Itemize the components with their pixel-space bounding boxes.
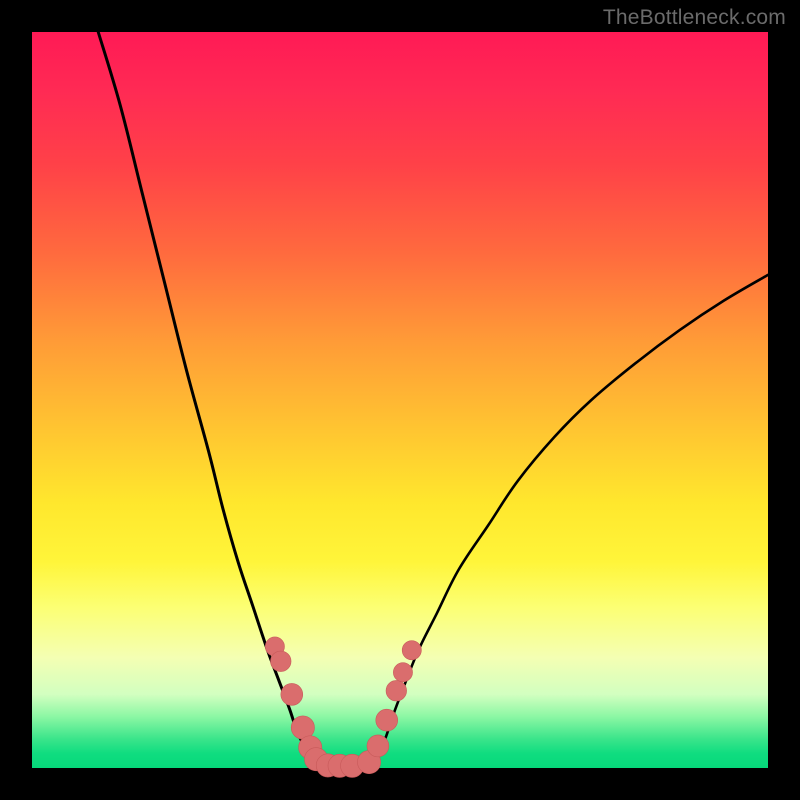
valley-marker bbox=[376, 709, 398, 731]
valley-marker bbox=[393, 663, 412, 682]
valley-marker bbox=[402, 641, 421, 660]
chart-svg bbox=[32, 32, 768, 768]
curve-right bbox=[356, 275, 768, 766]
valley-marker bbox=[271, 651, 292, 672]
valley-marker bbox=[386, 680, 407, 701]
chart-frame: TheBottleneck.com bbox=[0, 0, 800, 800]
valley-marker bbox=[281, 683, 303, 705]
left-curve bbox=[98, 32, 356, 766]
valley-marker bbox=[367, 735, 389, 757]
curve-left bbox=[98, 32, 356, 766]
plot-area bbox=[32, 32, 768, 768]
right-curve bbox=[356, 275, 768, 766]
watermark-text: TheBottleneck.com bbox=[603, 6, 786, 30]
